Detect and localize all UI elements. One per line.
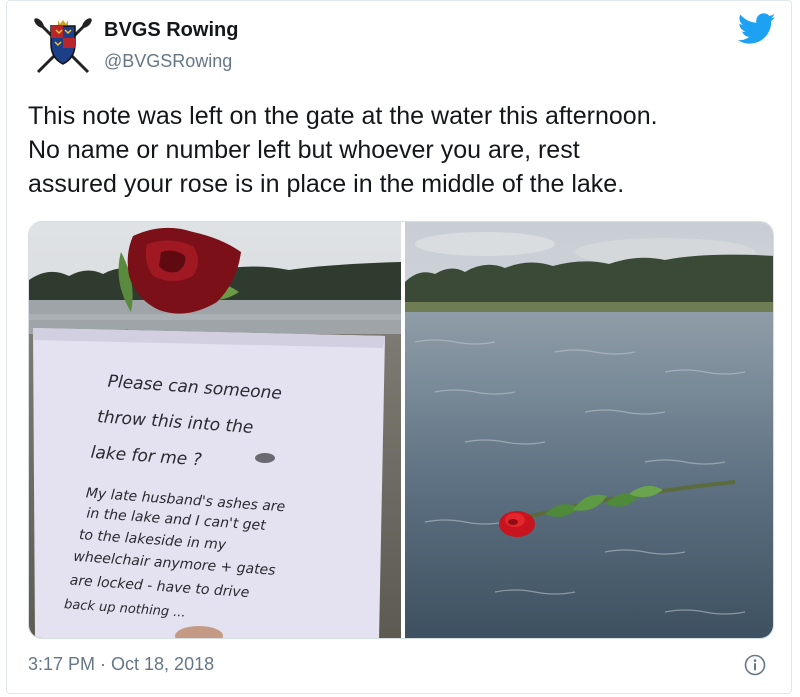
twitter-bird-icon[interactable] xyxy=(737,12,776,46)
tweet-timestamp[interactable]: 3:17 PM · Oct 18, 2018 xyxy=(28,654,214,675)
info-icon[interactable] xyxy=(744,654,766,676)
avatar[interactable] xyxy=(32,14,94,76)
tweet-text-line: assured your rose is in place in the mid… xyxy=(28,170,625,198)
tweet-text-line: No name or number left but whoever you a… xyxy=(28,136,580,164)
author-handle[interactable]: @BVGSRowing xyxy=(104,51,232,72)
tweet-text: This note was left on the gate at the wa… xyxy=(28,99,778,201)
crest-icon xyxy=(34,18,92,74)
tweet-media: Please can someone throw this into the l… xyxy=(28,221,774,639)
photo-rose-on-lake[interactable] xyxy=(405,222,773,638)
tweet-text-line: This note was left on the gate at the wa… xyxy=(28,102,658,130)
photo-note-with-rose[interactable]: Please can someone throw this into the l… xyxy=(29,222,401,638)
author-name[interactable]: BVGS Rowing xyxy=(104,19,238,42)
